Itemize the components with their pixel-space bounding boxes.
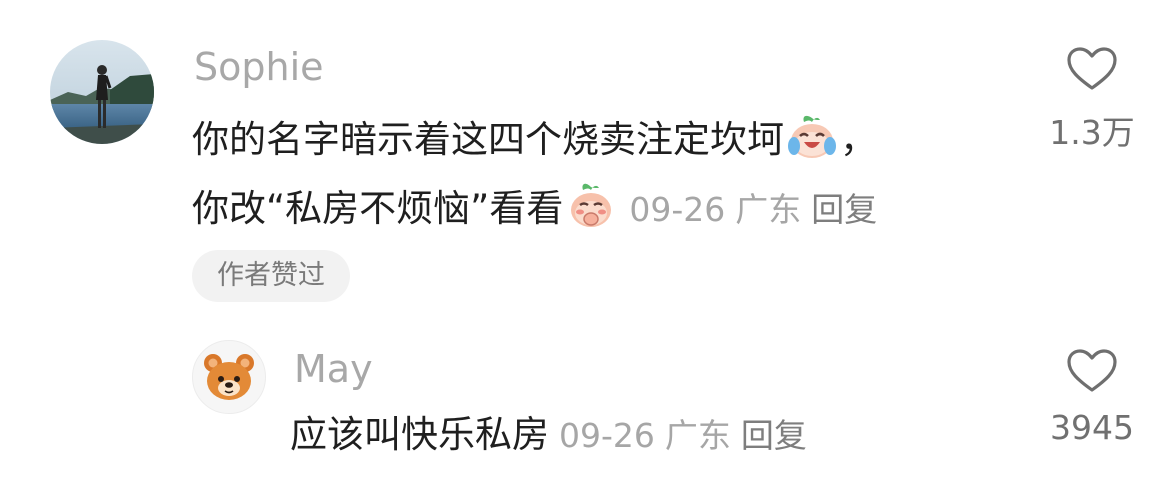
comment-date: 09-26: [559, 416, 655, 455]
reply-button[interactable]: 回复: [811, 190, 877, 229]
heart-icon[interactable]: [1066, 348, 1118, 394]
username[interactable]: May: [294, 350, 373, 388]
like-count: 1.3万: [1049, 113, 1135, 152]
comment-meta: 09-26 广东 回复: [549, 416, 807, 455]
bear-face-icon: [204, 354, 254, 400]
comment-location: 广东: [735, 190, 802, 229]
crying-laughing-peach-emoji-icon: [786, 114, 838, 166]
like-count: 3945: [1050, 408, 1134, 447]
avatar[interactable]: [50, 40, 154, 144]
reply-button[interactable]: 回复: [741, 416, 807, 455]
comment-text-row: 应该叫快乐私房 09-26 广东 回复: [290, 416, 807, 453]
shy-peach-emoji-icon: [565, 181, 617, 235]
comment-meta: 09-26 广东 回复: [619, 190, 877, 229]
like-button[interactable]: 1.3万: [1012, 46, 1170, 154]
avatar[interactable]: [192, 340, 266, 414]
reply-comment-item: May 应该叫快乐私房 09-26 广东 回复 3945: [0, 320, 1170, 495]
like-button[interactable]: 3945: [1012, 348, 1170, 447]
comment-text-line-1: 你的名字暗示着这四个烧卖注定坎坷: [192, 118, 784, 161]
comment-item: Sophie 你的名字暗示着这四个烧卖注定坎坷 ， 你改“私房不烦恼”看看 09…: [0, 0, 1170, 320]
heart-icon[interactable]: [1066, 46, 1118, 92]
username[interactable]: Sophie: [194, 48, 324, 86]
author-liked-badge: 作者赞过: [192, 250, 350, 302]
comment-text: 应该叫快乐私房: [290, 413, 549, 456]
comment-location: 广东: [664, 416, 731, 455]
comment-text-line-2-row: 你改“私房不烦恼”看看 09-26 广东 回复: [192, 181, 877, 235]
comment-text-line-2: 你改“私房不烦恼”看看: [192, 187, 564, 230]
comment-text: 你的名字暗示着这四个烧卖注定坎坷 ，: [192, 114, 877, 166]
comment-text-line-1-end: ，: [840, 118, 877, 161]
comment-date: 09-26: [629, 190, 726, 229]
